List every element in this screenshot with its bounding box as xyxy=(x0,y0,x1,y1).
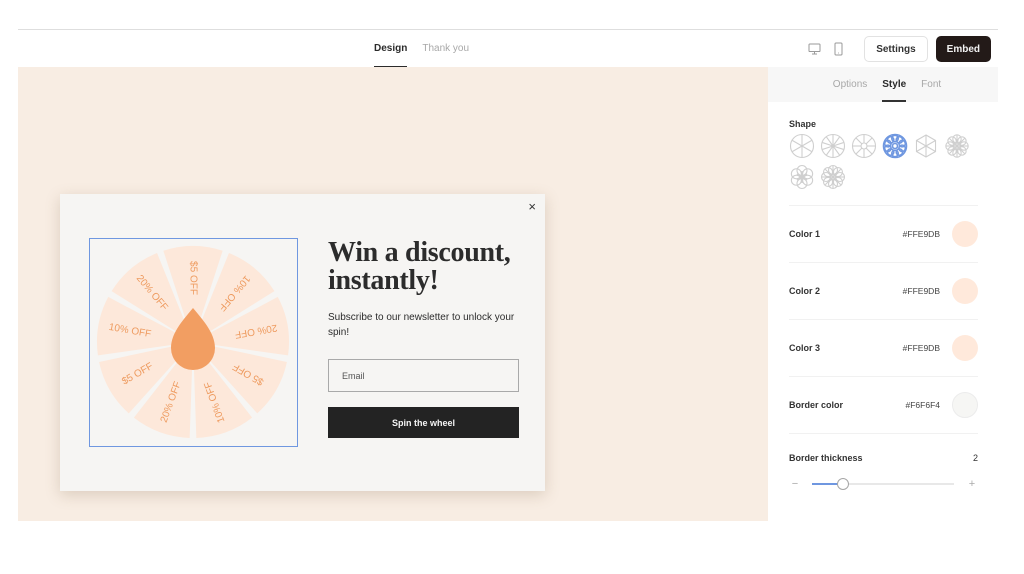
color-2-row: Color 2 #FFE9DB xyxy=(789,263,978,319)
wheel-selection-frame[interactable]: $5 OFF 10% OFF 20% OFF $5 OFF 10% OFF 20% OFF… xyxy=(89,238,298,447)
decrease-icon[interactable]: − xyxy=(789,478,801,490)
mobile-icon[interactable] xyxy=(830,41,846,57)
wheel-segment-label: $5 OFF xyxy=(187,261,198,295)
tab-font[interactable]: Font xyxy=(921,67,941,102)
shape-flower-8-petals-icon[interactable] xyxy=(820,164,846,190)
border-color-hex[interactable]: #F6F6F4 xyxy=(906,400,941,410)
headline-line-2: instantly! xyxy=(328,265,439,296)
headline-line-1: Win a discount, xyxy=(328,237,511,268)
shape-star-petals-icon[interactable] xyxy=(944,133,970,159)
shape-label: Shape xyxy=(789,119,817,129)
shape-wheel-6-spokes-icon[interactable] xyxy=(789,133,815,159)
shape-flower-10-petals-icon[interactable] xyxy=(882,133,908,159)
color-1-label: Color 1 xyxy=(789,229,821,239)
sidebar-body: Shape Color 1 #FFE9DB Color 2 #FFE9DB Co… xyxy=(768,119,998,491)
design-canvas: × $5 OFF 10% OFF 20% OFF $5 OFF 10% OFF 20% O… xyxy=(18,67,768,521)
tab-options[interactable]: Options xyxy=(833,67,867,102)
color-2-label: Color 2 xyxy=(789,286,821,296)
border-thickness-label: Border thickness xyxy=(789,453,863,463)
prize-wheel: $5 OFF 10% OFF20% OFF$5 OFF10% OFF20% OFF… xyxy=(97,246,289,438)
border-thickness-slider: − + xyxy=(789,477,978,491)
color-2-swatch[interactable] xyxy=(952,278,978,304)
spin-the-wheel-button[interactable]: Spin the wheel xyxy=(328,407,519,438)
settings-button[interactable]: Settings xyxy=(864,36,928,62)
embed-button[interactable]: Embed xyxy=(935,36,991,62)
slider-thumb[interactable] xyxy=(837,478,850,490)
popup-subtext: Subscribe to our newsletter to unlock yo… xyxy=(328,312,515,338)
color-3-row: Color 3 #FFE9DB xyxy=(789,320,978,376)
close-icon[interactable]: × xyxy=(528,199,536,214)
border-color-swatch[interactable] xyxy=(952,392,978,418)
popup-headline: Win a discount, instantly! xyxy=(328,239,523,295)
email-input[interactable] xyxy=(328,359,519,392)
top-actions: Settings Embed xyxy=(806,36,991,62)
top-bar: Design Thank you Settings Embed xyxy=(18,29,998,68)
color-3-label: Color 3 xyxy=(789,343,821,353)
increase-icon[interactable]: + xyxy=(966,478,978,490)
color-1-row: Color 1 #FFE9DB xyxy=(789,206,978,262)
tab-thank-you[interactable]: Thank you xyxy=(422,30,469,68)
spin-wheel-popup: × $5 OFF 10% OFF 20% OFF $5 OFF 10% OFF 20% O… xyxy=(60,194,545,491)
border-color-label: Border color xyxy=(789,400,844,410)
editor-tabs: Design Thank you xyxy=(374,30,469,68)
tab-style[interactable]: Style xyxy=(882,67,906,102)
sidebar-tabs: Options Style Font xyxy=(768,67,998,102)
tab-design[interactable]: Design xyxy=(374,30,408,68)
border-thickness-value: 2 xyxy=(972,453,978,463)
color-3-swatch[interactable] xyxy=(952,335,978,361)
border-thickness-row: Border thickness 2 xyxy=(789,453,978,463)
border-color-row: Border color #F6F6F4 xyxy=(789,377,978,433)
color-1-swatch[interactable] xyxy=(952,221,978,247)
app-window: Design Thank you Settings Embed × $5 OFF… xyxy=(18,29,998,521)
shape-flower-6-petals-icon[interactable] xyxy=(789,164,815,190)
shape-options xyxy=(789,133,979,190)
color-2-hex[interactable]: #FFE9DB xyxy=(903,286,940,296)
desktop-icon[interactable] xyxy=(806,41,822,57)
divider xyxy=(789,433,978,434)
shape-hexagon-petals-icon[interactable] xyxy=(913,133,939,159)
color-1-hex[interactable]: #FFE9DB xyxy=(903,229,940,239)
popup-content: Win a discount, instantly! Subscribe to … xyxy=(328,239,523,438)
shape-wheel-hub-icon[interactable] xyxy=(851,133,877,159)
slider-track[interactable] xyxy=(812,478,954,490)
color-3-hex[interactable]: #FFE9DB xyxy=(903,343,940,353)
shape-wheel-10-spokes-icon[interactable] xyxy=(820,133,846,159)
style-sidebar: Options Style Font Shape Color 1 #FFE9DB… xyxy=(768,67,998,521)
